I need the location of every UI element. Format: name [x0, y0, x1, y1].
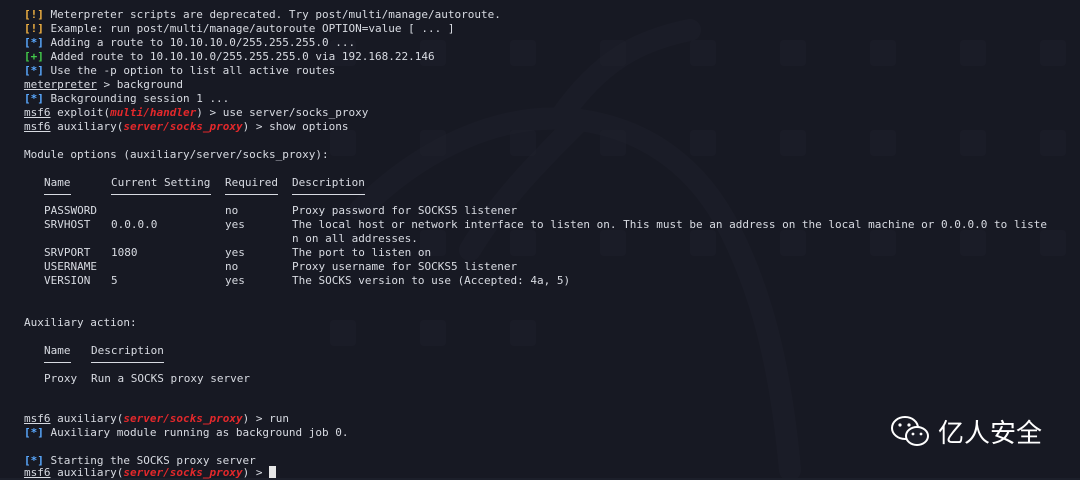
option-name: SRVPORT: [44, 246, 91, 259]
option-setting: 5: [111, 274, 118, 287]
option-required: yes: [225, 246, 245, 259]
terminal-line: [+] Added route to 10.10.10.0/255.255.25…: [24, 50, 435, 63]
terminal-line: msf6 auxiliary(server/socks_proxy) > run: [24, 412, 289, 425]
msf-prompt: msf6: [24, 412, 51, 425]
column-header-description: Description: [91, 344, 164, 357]
header-underline: [44, 194, 71, 195]
column-header-required: Required: [225, 176, 278, 189]
column-header-name: Name: [44, 176, 71, 189]
column-header-description: Description: [292, 176, 365, 189]
text-cursor: [269, 466, 277, 478]
option-description: The port to listen on: [292, 246, 432, 259]
terminal-line: [*] Auxiliary module running as backgrou…: [24, 426, 349, 439]
terminal-line: [!] Meterpreter scripts are deprecated. …: [24, 8, 501, 21]
watermark: 亿人安全: [890, 413, 1042, 450]
option-description: The SOCKS version to use (Accepted: 4a, …: [292, 274, 571, 287]
option-description-wrap: n on all addresses.: [292, 232, 418, 245]
option-name: SRVHOST: [44, 218, 91, 231]
terminal-window[interactable]: [!] Meterpreter scripts are deprecated. …: [0, 0, 1080, 479]
section-heading: Module options (auxiliary/server/socks_p…: [24, 148, 329, 161]
action-name: Proxy: [44, 372, 78, 385]
module-name: server/socks_proxy: [123, 466, 243, 479]
option-setting: 0.0.0.0: [111, 218, 158, 231]
module-name: server/socks_proxy: [123, 120, 243, 133]
column-header-name: Name: [44, 344, 71, 357]
option-description: The local host or network interface to l…: [292, 218, 1047, 231]
section-heading: Auxiliary action:: [24, 316, 137, 329]
terminal-line: [!] Example: run post/multi/manage/autor…: [24, 22, 455, 35]
terminal-line: [*] Use the -p option to list all active…: [24, 64, 336, 77]
header-underline: [225, 194, 278, 195]
header-underline: [111, 194, 211, 195]
terminal-line: msf6 exploit(multi/handler) > use server…: [24, 106, 369, 119]
option-required: yes: [225, 218, 245, 231]
action-description: Run a SOCKS proxy server: [91, 372, 250, 385]
terminal-line: msf6 auxiliary(server/socks_proxy) > sho…: [24, 120, 349, 133]
module-name: server/socks_proxy: [123, 412, 243, 425]
watermark-text: 亿人安全: [938, 419, 1043, 449]
option-name: PASSWORD: [44, 204, 97, 217]
terminal-line: [*] Adding a route to 10.10.10.0/255.255…: [24, 36, 356, 49]
option-description: Proxy username for SOCKS5 listener: [292, 260, 518, 273]
msf-prompt: msf6: [24, 466, 51, 479]
msf-prompt: msf6: [24, 120, 51, 133]
terminal-line: [*] Backgrounding session 1 ...: [24, 92, 230, 105]
column-header-current-setting: Current Setting: [111, 176, 211, 189]
header-underline: [91, 362, 164, 363]
option-description: Proxy password for SOCKS5 listener: [292, 204, 518, 217]
module-name: multi/handler: [110, 106, 197, 119]
wechat-icon: [891, 415, 929, 446]
header-underline: [292, 194, 365, 195]
option-required: yes: [225, 274, 245, 287]
option-setting: 1080: [111, 246, 138, 259]
option-required: no: [225, 260, 239, 273]
msf-prompt: msf6: [24, 106, 51, 119]
option-name: USERNAME: [44, 260, 97, 273]
meterpreter-prompt: meterpreter: [24, 78, 97, 91]
header-underline: [44, 362, 71, 363]
option-name: VERSION: [44, 274, 91, 287]
terminal-line: meterpreter > background: [24, 78, 183, 91]
option-required: no: [225, 204, 239, 217]
